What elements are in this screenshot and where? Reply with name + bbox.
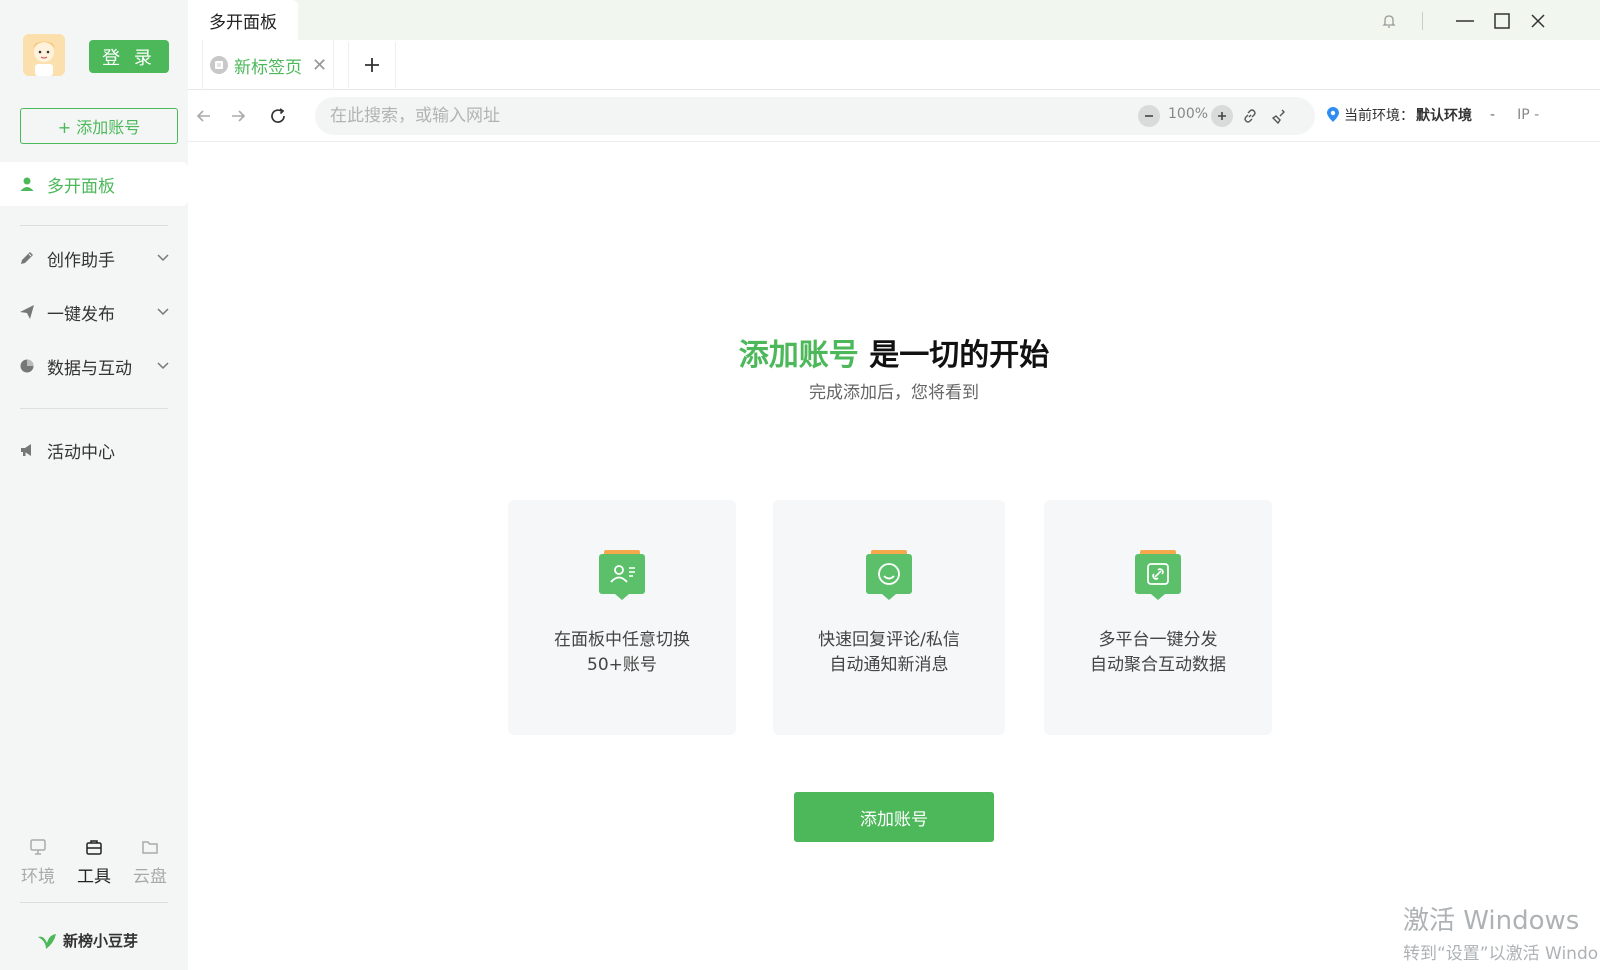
brand-name: 新榜小豆芽 — [63, 932, 139, 950]
tool-label: 工具 — [77, 867, 111, 887]
sidebar-item-creation-assistant[interactable]: 创作助手 — [0, 236, 188, 280]
hero-title-rest: 是一切的开始 — [858, 338, 1050, 373]
bottom-tools: 环境 工具 云盘 — [0, 838, 188, 894]
browser-tab-strip: 新标签页 ✕ — [188, 40, 1600, 90]
divider — [20, 902, 168, 903]
pie-chart-icon — [18, 357, 36, 375]
minimize-icon[interactable] — [1454, 10, 1476, 32]
broom-icon[interactable] — [1270, 106, 1290, 126]
folder-icon — [142, 841, 158, 854]
bell-icon[interactable] — [1378, 10, 1400, 32]
maximize-icon[interactable] — [1491, 10, 1513, 32]
sidebar-item-data-interaction[interactable]: 数据与互动 — [0, 344, 188, 388]
user-icon — [18, 175, 36, 193]
page-icon — [210, 56, 228, 74]
sidebar-item-one-click-publish[interactable]: 一键发布 — [0, 290, 188, 334]
chat-smile-icon — [866, 550, 912, 600]
address-bar: 100% — [315, 97, 1315, 135]
hero-subtitle: 完成添加后，您将看到 — [809, 383, 979, 403]
feature-card-switch-accounts: 在面板中任意切换 50+账号 — [508, 500, 736, 735]
divider — [20, 225, 168, 226]
chevron-down-icon — [157, 362, 169, 370]
share-link-icon — [1135, 550, 1181, 600]
tool-label: 云盘 — [133, 867, 167, 887]
close-tab-icon[interactable]: ✕ — [312, 55, 327, 76]
chevron-down-icon — [157, 308, 169, 316]
environment-separator: - — [1490, 107, 1496, 123]
ip-label: IP - — [1517, 107, 1540, 123]
feature-card-text: 在面板中任意切换 50+账号 — [508, 628, 736, 678]
toolbox-icon — [86, 840, 102, 855]
zoom-out-button[interactable] — [1138, 105, 1160, 127]
feature-cards: 在面板中任意切换 50+账号 快速回复评论/私信 自动通知新消息 多平台一键分发… — [508, 500, 1288, 735]
watermark-line-2: 转到“设置”以激活 Windo — [1403, 944, 1599, 964]
app-tab[interactable]: 多开面板 — [188, 0, 298, 40]
sprout-icon — [38, 933, 56, 949]
environment-indicator[interactable]: 当前环境： 默认环境 - IP - — [1326, 105, 1539, 125]
plus-icon — [1218, 112, 1226, 120]
main-window: 新标签页 ✕ 100% — [188, 40, 1600, 970]
feature-line-1: 多平台一键分发 — [1098, 630, 1218, 650]
tool-toolbox[interactable]: 工具 — [68, 838, 120, 894]
feature-line-1: 快速回复评论/私信 — [818, 630, 960, 650]
avatar[interactable] — [23, 34, 65, 76]
sidebar-item-label: 数据与互动 — [47, 358, 132, 379]
sidebar-item-label: 创作助手 — [47, 250, 115, 271]
tool-cloud-drive[interactable]: 云盘 — [124, 838, 176, 894]
feature-line-2: 自动通知新消息 — [829, 655, 949, 675]
environment-value: 默认环境 — [1416, 108, 1472, 124]
hero-title-highlight: 添加账号 — [738, 330, 859, 374]
zoom-level: 100% — [1168, 106, 1209, 122]
send-icon — [18, 303, 36, 321]
watermark-line-1: 激活 Windows — [1403, 906, 1580, 936]
sidebar-item-label: 活动中心 — [47, 442, 115, 463]
sidebar: 登 录 + 添加账号 多开面板 创作助手 一键发布 数据与互动 活动中心 环境 … — [0, 0, 188, 970]
tool-environment[interactable]: 环境 — [12, 838, 64, 894]
feature-card-multi-platform: 多平台一键分发 自动聚合互动数据 — [1044, 500, 1272, 735]
back-arrow-icon[interactable] — [192, 104, 216, 128]
sidebar-item-activity-center[interactable]: 活动中心 — [0, 428, 188, 472]
link-icon[interactable] — [1240, 106, 1260, 126]
monitor-icon — [30, 839, 46, 855]
feature-line-2: 50+账号 — [587, 655, 657, 675]
feature-line-1: 在面板中任意切换 — [554, 630, 690, 650]
megaphone-icon — [18, 441, 36, 459]
divider — [20, 408, 168, 409]
tab-label: 新标签页 — [234, 57, 302, 78]
sidebar-item-multi-panel[interactable]: 多开面板 — [0, 162, 188, 206]
feature-card-text: 多平台一键分发 自动聚合互动数据 — [1044, 628, 1272, 678]
minus-icon — [1145, 115, 1153, 117]
hero-title: 添加账号 是一切的开始 — [188, 330, 1600, 374]
chevron-down-icon — [157, 254, 169, 262]
windows-activation-watermark: 激活 Windows 转到“设置”以激活 Windo — [1403, 900, 1598, 964]
tab-new-tab[interactable]: 新标签页 ✕ — [202, 40, 334, 90]
title-bar: 多开面板 — [188, 0, 1600, 40]
pen-icon — [18, 249, 36, 267]
add-account-button[interactable]: + 添加账号 — [20, 108, 178, 144]
account-switch-icon — [599, 550, 645, 600]
forward-arrow-icon[interactable] — [226, 104, 250, 128]
address-input[interactable] — [330, 97, 1110, 135]
sidebar-item-label: 一键发布 — [47, 304, 115, 325]
sidebar-item-label: 多开面板 — [47, 176, 115, 197]
divider — [1422, 12, 1423, 30]
zoom-in-button[interactable] — [1211, 105, 1233, 127]
new-tab-button[interactable] — [348, 42, 396, 88]
close-icon[interactable] — [1527, 10, 1549, 32]
add-account-cta-button[interactable]: 添加账号 — [794, 792, 994, 842]
plus-icon — [365, 58, 379, 72]
browser-toolbar: 100% 当前环境： 默认环境 - IP - — [188, 90, 1600, 142]
feature-card-text: 快速回复评论/私信 自动通知新消息 — [773, 628, 1005, 678]
refresh-icon[interactable] — [266, 104, 290, 128]
feature-card-quick-reply: 快速回复评论/私信 自动通知新消息 — [773, 500, 1005, 735]
location-pin-icon — [1327, 107, 1339, 122]
feature-line-2: 自动聚合互动数据 — [1090, 655, 1226, 675]
environment-label: 当前环境： — [1344, 108, 1414, 124]
login-button[interactable]: 登 录 — [89, 40, 169, 73]
brand-logo: 新榜小豆芽 — [34, 930, 138, 951]
tool-label: 环境 — [21, 867, 55, 887]
